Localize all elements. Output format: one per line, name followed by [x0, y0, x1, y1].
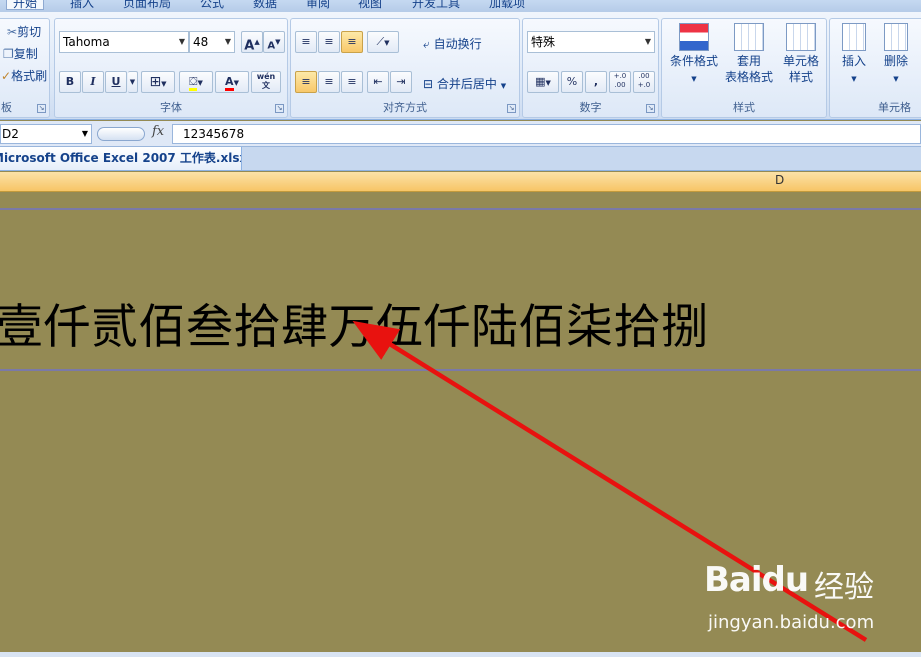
baidu-logo: Baidu	[704, 560, 809, 600]
watermark-url: jingyan.baidu.com	[708, 612, 875, 633]
watermark-cn-text: 经验	[814, 570, 874, 605]
status-bar-edge	[0, 652, 921, 657]
annotation-arrow	[352, 320, 868, 642]
baidu-watermark: Baidu 经验 jingyan.baidu.com	[704, 560, 874, 633]
